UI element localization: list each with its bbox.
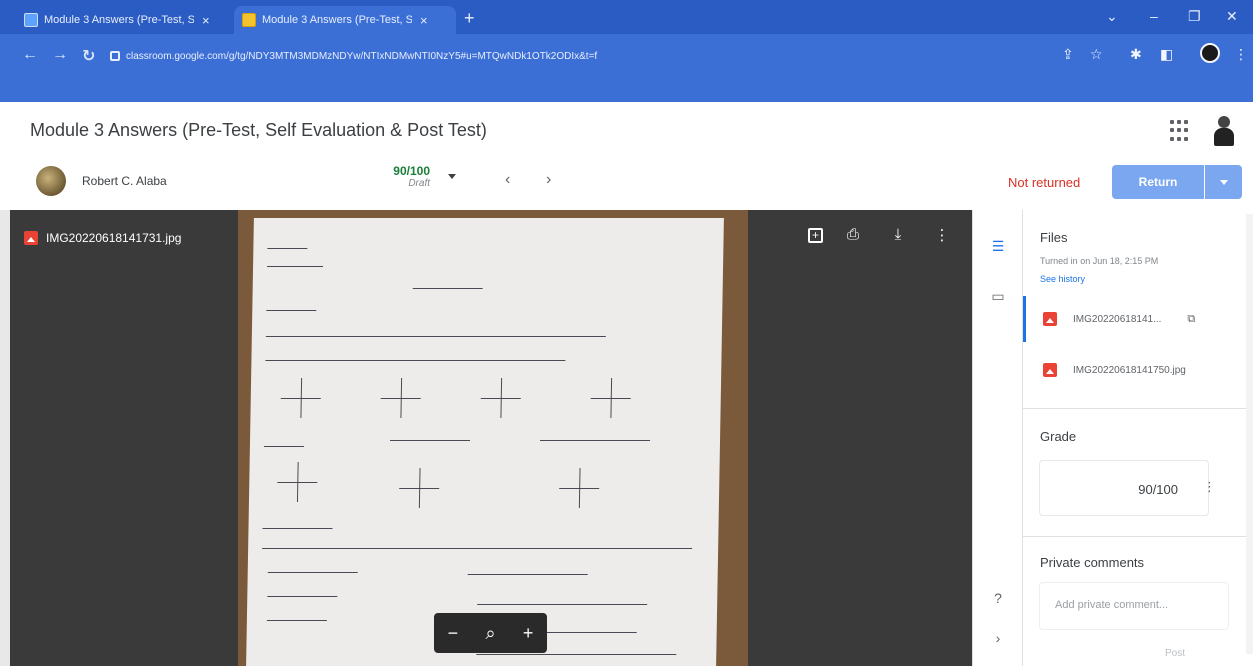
new-tab-button[interactable]: + [464,8,475,29]
draft-grade-value: 90/100 [393,164,430,178]
handwritten-page [246,218,724,666]
grade-state-label: Draft [408,178,430,189]
turned-in-status: Turned in on Jun 18, 2:15 PM [1040,256,1159,266]
open-in-new-icon[interactable]: ⧉ [1187,313,1195,326]
grading-panel: Files Turned in on Jun 18, 2:15 PM See h… [1022,210,1253,666]
image-file-icon [1043,312,1057,326]
close-tab-icon[interactable]: × [202,13,210,28]
classroom-favicon-icon [24,13,38,27]
zoom-in-icon[interactable]: + [523,623,534,644]
restore-button[interactable]: ❐ [1188,8,1201,25]
file-item-name: IMG20220618141... [1073,313,1162,325]
address-bar[interactable]: classroom.google.com/g/tg/NDY3MTM3MDMzND… [110,44,1050,68]
file-viewer: IMG20220618141731.jpg + ⎙ ⤓ ⋮ − ⌕ + [10,210,972,666]
share-icon[interactable]: ⇪ [1062,46,1074,63]
chevron-right-icon[interactable]: › [989,630,1007,646]
tab-label: Module 3 Answers (Pre-Test, Self [44,14,194,26]
browser-tab-strip: Module 3 Answers (Pre-Test, Self × Modul… [0,0,1253,34]
account-avatar[interactable] [1210,114,1238,148]
divider [1023,408,1253,409]
profile-avatar[interactable] [1200,43,1220,63]
comment-feedback-icon[interactable]: ▭ [989,288,1007,305]
close-tab-icon[interactable]: × [420,13,428,28]
private-comments-heading: Private comments [1040,555,1145,570]
help-icon[interactable]: ? [989,590,1007,606]
caret-down-icon [1219,179,1228,185]
grade-heading: Grade [1040,429,1077,444]
file-name-text: IMG20220618141731.jpg [46,231,182,245]
reload-icon[interactable]: ↻ [82,46,95,66]
grade-dropdown-icon[interactable] [448,174,456,179]
tab-label: Module 3 Answers (Pre-Test, Self [262,14,412,26]
zoom-out-icon[interactable]: − [448,623,459,644]
back-arrow-icon[interactable]: ← [22,46,38,64]
grade-input[interactable]: 90/100 [1039,460,1209,516]
image-file-icon [1043,363,1057,377]
google-apps-icon[interactable] [1170,120,1192,142]
classroom-favicon-icon [242,13,256,27]
student-avatar [36,166,66,196]
add-comment-icon[interactable]: + [808,228,823,243]
grade-selector[interactable]: 90/100 Draft [380,164,430,189]
file-item[interactable]: IMG20220618141... ⧉ [1023,296,1253,342]
browser-tab-2[interactable]: Module 3 Answers (Pre-Test, Self × [234,6,456,34]
print-icon[interactable]: ⎙ [843,226,863,243]
post-button[interactable]: Post [1165,648,1185,659]
page-title: Module 3 Answers (Pre-Test, Self Evaluat… [30,120,487,140]
return-dropdown-button[interactable] [1205,165,1242,199]
extensions-puzzle-icon[interactable]: ✱ [1130,46,1142,63]
file-item[interactable]: IMG20220618141750.jpg [1023,347,1253,393]
see-history-link[interactable]: See history [1040,274,1085,284]
browser-toolbar: ← → ↻ classroom.google.com/g/tg/NDY3MTM3… [0,34,1253,102]
zoom-controls: − ⌕ + [434,613,547,653]
url-text: classroom.google.com/g/tg/NDY3MTM3MDMzND… [126,50,598,62]
grade-more-icon[interactable]: ⋮ [1203,479,1216,495]
private-comment-input[interactable]: Add private comment... [1039,582,1229,630]
file-item-name: IMG20220618141750.jpg [1073,364,1186,376]
status-label: Not returned [1008,175,1081,190]
side-rail: ☰ ▭ ? › [972,210,1022,666]
tab-search-chevron-icon[interactable]: ⌄ [1106,8,1118,25]
previous-student-icon[interactable]: ‹ [505,171,510,189]
more-vert-icon[interactable]: ⋮ [932,226,952,244]
return-button[interactable]: Return [1112,165,1204,199]
browser-tab-1[interactable]: Module 3 Answers (Pre-Test, Self × [16,6,230,34]
files-heading: Files [1040,230,1068,245]
lock-icon [110,51,120,61]
viewer-edge [0,210,10,666]
student-name: Robert C. Alaba [82,174,167,188]
panel-scrollbar[interactable] [1246,214,1253,654]
next-student-icon[interactable]: › [546,171,551,189]
forward-arrow-icon[interactable]: → [52,46,68,64]
bookmark-star-icon[interactable]: ☆ [1090,46,1103,63]
files-list-icon[interactable]: ☰ [989,238,1007,255]
more-vert-icon[interactable]: ⋮ [1234,46,1248,63]
minimize-button[interactable]: – [1150,8,1158,24]
download-icon[interactable]: ⤓ [888,226,908,243]
zoom-search-icon[interactable]: ⌕ [485,623,495,644]
side-panel-icon[interactable]: ◧ [1160,46,1173,63]
image-file-icon [24,231,38,245]
viewer-file-name: IMG20220618141731.jpg [24,231,181,245]
divider [1023,536,1253,537]
submission-photo[interactable] [238,210,748,666]
close-window-button[interactable]: ✕ [1226,8,1238,25]
